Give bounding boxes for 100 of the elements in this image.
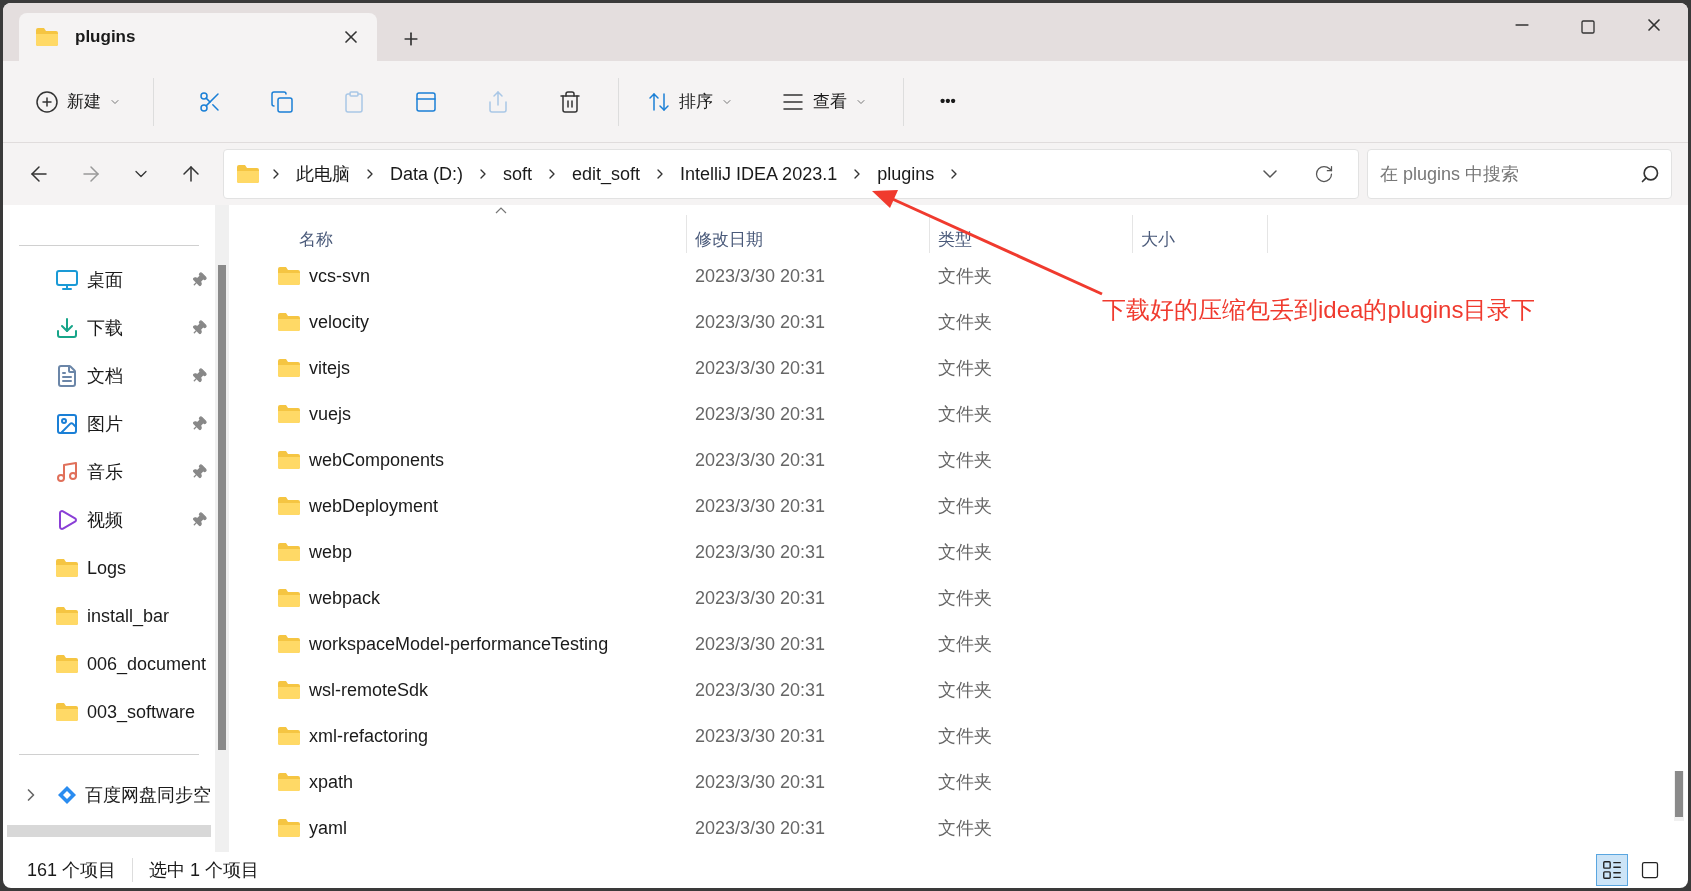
copy-icon[interactable] <box>270 89 294 114</box>
date-cell-text: 2023/3/30 20:31 <box>694 724 827 748</box>
type-cell-text: 文件夹 <box>937 448 993 472</box>
scrollbar-thumb[interactable] <box>218 265 226 750</box>
column-header[interactable]: 修改日期 <box>695 226 763 252</box>
music-icon <box>55 460 79 484</box>
file-row[interactable]: velocity 2023/3/30 20:31 文件夹 <box>253 299 1080 345</box>
sidebar-item[interactable]: install_bar <box>3 592 215 640</box>
file-row[interactable]: vitejs 2023/3/30 20:31 文件夹 <box>253 345 1080 391</box>
file-row[interactable]: webComponents 2023/3/30 20:31 文件夹 <box>253 437 1080 483</box>
breadcrumb[interactable]: edit_soft <box>568 160 645 188</box>
cut-icon[interactable] <box>198 89 222 114</box>
type-cell-text: 文件夹 <box>937 356 993 380</box>
sidebar-item[interactable]: 下载 <box>3 304 215 352</box>
scrollbar-track[interactable] <box>7 825 211 837</box>
date-cell-text: 2023/3/30 20:31 <box>694 678 827 702</box>
date-cell-text: 2023/3/30 20:31 <box>694 356 827 380</box>
sidebar-item[interactable]: 006_document <box>3 640 215 688</box>
folder-icon <box>236 164 260 184</box>
sort-caret-icon <box>495 206 507 214</box>
folder-icon <box>277 726 301 746</box>
file-row[interactable]: workspaceModel-performanceTesting 2023/3/30 20:31 文件夹 <box>253 621 1080 667</box>
date-cell-text: 2023/3/30 20:31 <box>694 586 827 610</box>
folder-icon <box>55 558 79 578</box>
file-row[interactable]: xml-refactoring 2023/3/30 20:31 文件夹 <box>253 713 1080 759</box>
plus-circle-icon <box>35 89 59 114</box>
sidebar-item[interactable]: Logs <box>3 544 215 592</box>
folder-icon <box>277 266 301 286</box>
folder-icon <box>55 606 79 626</box>
column-header[interactable]: 大小 <box>1141 226 1175 252</box>
file-row[interactable]: webDeployment 2023/3/30 20:31 文件夹 <box>253 483 1080 529</box>
type-cell-text: 文件夹 <box>937 678 993 702</box>
sidebar-item[interactable]: 桌面 <box>3 256 215 304</box>
folder-icon <box>277 450 301 470</box>
delete-icon[interactable] <box>558 89 582 114</box>
sidebar-item[interactable]: 图片 <box>3 400 215 448</box>
type-cell-text: 文件夹 <box>937 264 993 288</box>
folder-icon <box>277 634 301 654</box>
folder-icon <box>277 542 301 562</box>
folder-icon <box>277 496 301 516</box>
folder-icon <box>277 818 301 838</box>
cloud-sync-icon <box>57 785 77 805</box>
more-button[interactable]: ••• <box>928 81 968 122</box>
date-cell-text: 2023/3/30 20:31 <box>694 632 827 656</box>
type-cell-text: 文件夹 <box>937 816 993 840</box>
file-row[interactable]: vcs-svn 2023/3/30 20:31 文件夹 <box>253 253 1080 299</box>
folder-icon <box>55 654 79 674</box>
type-cell-text: 文件夹 <box>937 310 993 334</box>
file-row[interactable]: wsl-remoteSdk 2023/3/30 20:31 文件夹 <box>253 667 1080 713</box>
file-row[interactable]: webpack 2023/3/30 20:31 文件夹 <box>253 575 1080 621</box>
sort-button[interactable]: 排序 <box>635 81 745 122</box>
folder-icon <box>277 772 301 792</box>
folder-icon <box>277 312 301 332</box>
refresh-icon[interactable] <box>1314 164 1334 184</box>
new-button[interactable]: 新建 <box>27 81 129 122</box>
download-icon <box>55 316 79 340</box>
breadcrumb[interactable]: 此电脑 <box>292 160 354 188</box>
sidebar-item[interactable]: 文档 <box>3 352 215 400</box>
breadcrumb[interactable]: soft <box>499 160 537 188</box>
file-row[interactable]: yaml 2023/3/30 20:31 文件夹 <box>253 805 1080 851</box>
item-count: 161 个项目 <box>27 858 117 882</box>
type-cell-text: 文件夹 <box>937 540 993 564</box>
folder-icon <box>277 588 301 608</box>
date-cell-text: 2023/3/30 20:31 <box>694 494 827 518</box>
folder-icon <box>277 358 301 378</box>
search-field[interactable]: 在 plugins 中搜索 <box>1367 149 1672 199</box>
sidebar-item[interactable]: 视频 <box>3 496 215 544</box>
tab[interactable]: plugins <box>19 13 377 61</box>
file-row[interactable]: webp 2023/3/30 20:31 文件夹 <box>253 529 1080 575</box>
sidebar-item[interactable]: 003_software <box>3 688 215 736</box>
type-cell-text: 文件夹 <box>937 770 993 794</box>
date-cell-text: 2023/3/30 20:31 <box>694 540 827 564</box>
sidebar-item[interactable]: 音乐 <box>3 448 215 496</box>
type-cell-text: 文件夹 <box>937 494 993 518</box>
type-cell-text: 文件夹 <box>937 724 993 748</box>
date-cell-text: 2023/3/30 20:31 <box>694 816 827 840</box>
folder-icon <box>277 404 301 424</box>
date-cell-text: 2023/3/30 20:31 <box>694 448 827 472</box>
document-icon <box>55 364 79 388</box>
file-row[interactable]: vuejs 2023/3/30 20:31 文件夹 <box>253 391 1080 437</box>
date-cell-text: 2023/3/30 20:31 <box>694 770 827 794</box>
address-bar[interactable]: 此电脑 Data (D:) soft edit_soft IntelliJ IDEA 2023.1 plugins <box>223 149 1359 199</box>
search-icon <box>1640 164 1660 184</box>
type-cell-text: 文件夹 <box>937 586 993 610</box>
file-row[interactable]: xpath 2023/3/30 20:31 文件夹 <box>253 759 1080 805</box>
breadcrumb[interactable]: Data (D:) <box>386 160 467 188</box>
details-view-icon[interactable] <box>1596 854 1628 886</box>
sidebar-item[interactable]: 百度网盘同步空 <box>3 773 215 817</box>
folder-icon <box>277 680 301 700</box>
breadcrumb[interactable]: plugins <box>873 160 939 188</box>
desktop-icon <box>55 268 79 292</box>
scrollbar-thumb[interactable] <box>1675 771 1683 817</box>
picture-icon <box>55 412 79 436</box>
maximize-icon[interactable] <box>1580 19 1596 35</box>
folder-icon <box>35 27 59 47</box>
view-button[interactable]: 查看 <box>769 81 879 122</box>
column-header[interactable]: 名称 <box>299 226 333 252</box>
type-cell-text: 文件夹 <box>937 402 993 426</box>
breadcrumb[interactable]: IntelliJ IDEA 2023.1 <box>676 160 842 188</box>
annotation-text: 下载好的压缩包丢到idea的plugins目录下 <box>1102 295 1536 325</box>
